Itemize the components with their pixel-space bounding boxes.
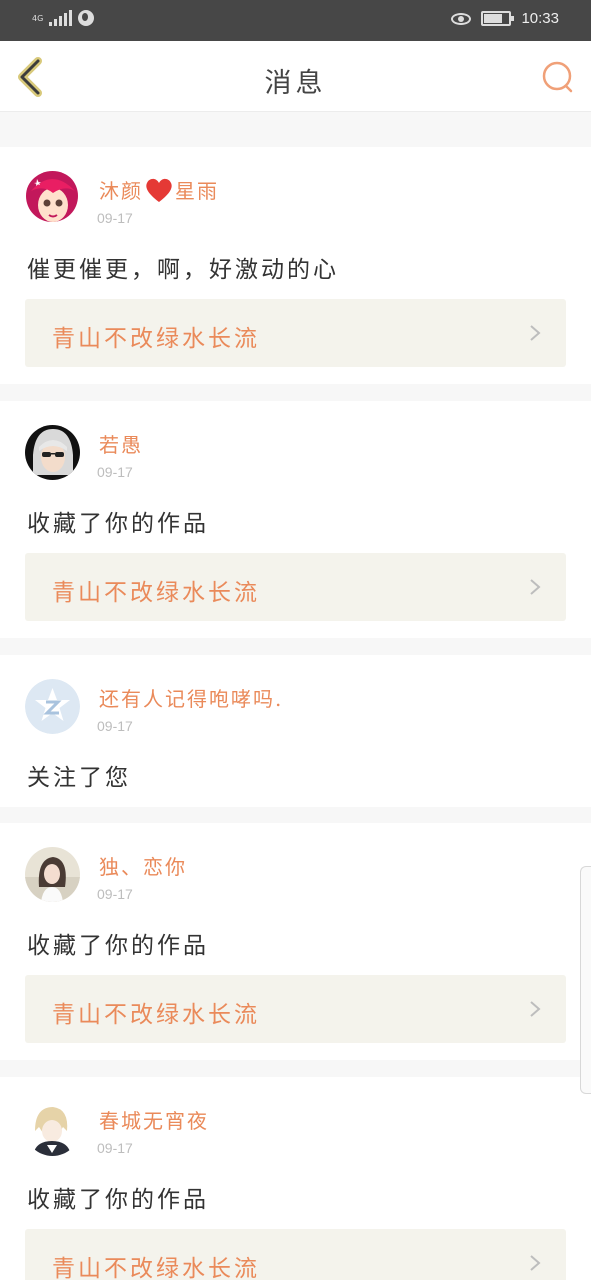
network-type: 4G	[32, 13, 44, 23]
girl-photo-avatar-icon	[25, 847, 80, 902]
user-name[interactable]: 春城无宵夜	[99, 1105, 209, 1134]
silver-hair-avatar-icon	[25, 425, 80, 480]
chevron-right-icon	[530, 579, 541, 595]
signal-icon	[49, 10, 73, 26]
avatar[interactable]	[25, 171, 80, 226]
message-date: 09-17	[97, 210, 133, 226]
message-text: 催更催更，啊，好激动的心	[27, 257, 339, 283]
user-name[interactable]: 还有人记得咆哮吗.	[99, 683, 283, 712]
message-text: 收藏了你的作品	[27, 933, 209, 959]
work-link[interactable]: 青山不改绿水长流	[25, 1229, 566, 1280]
avatar[interactable]	[25, 679, 80, 734]
message-text: 关注了您	[27, 765, 131, 791]
eye-comfort-icon	[451, 12, 472, 25]
clock: 10:33	[521, 10, 559, 27]
page-title: 消息	[264, 68, 327, 99]
avatar[interactable]	[25, 847, 80, 902]
status-left: 4G	[32, 10, 95, 26]
user-name-suffix: 星雨	[175, 179, 219, 203]
message-item[interactable]: 春城无宵夜 09-17 收藏了你的作品 青山不改绿水长流	[0, 1077, 591, 1280]
work-link[interactable]: 青山不改绿水长流	[25, 975, 566, 1043]
user-name[interactable]: 若愚	[99, 429, 143, 458]
heart-icon	[146, 178, 172, 202]
nav-bar: 消息	[0, 41, 591, 112]
battery-icon	[481, 11, 515, 26]
work-title: 青山不改绿水长流	[52, 580, 260, 606]
globe-icon	[78, 10, 95, 26]
message-text: 收藏了你的作品	[27, 511, 209, 537]
user-name[interactable]: 沐颜 星雨	[99, 175, 219, 204]
message-item[interactable]: 独、恋你 09-17 收藏了你的作品 青山不改绿水长流	[0, 823, 591, 1060]
message-date: 09-17	[97, 718, 133, 734]
work-title: 青山不改绿水长流	[52, 326, 260, 352]
message-item[interactable]: 沐颜 星雨 09-17 催更催更，啊，好激动的心 青山不改绿水长流	[0, 147, 591, 384]
status-bar: 4G 10:33	[0, 0, 591, 41]
search-icon	[542, 61, 573, 93]
message-date: 09-17	[97, 886, 133, 902]
message-item[interactable]: 若愚 09-17 收藏了你的作品 青山不改绿水长流	[0, 401, 591, 638]
user-name-part: 沐颜	[99, 179, 143, 203]
message-item[interactable]: 还有人记得咆哮吗. 09-17 关注了您	[0, 655, 591, 807]
search-button[interactable]	[540, 59, 576, 95]
status-right: 10:33	[451, 10, 559, 27]
chevron-right-icon	[530, 1255, 541, 1271]
scroll-handle[interactable]	[580, 866, 591, 1094]
work-link[interactable]: 青山不改绿水长流	[25, 553, 566, 621]
message-date: 09-17	[97, 1140, 133, 1156]
message-text: 收藏了你的作品	[27, 1187, 209, 1213]
avatar[interactable]	[25, 1101, 80, 1156]
user-name[interactable]: 独、恋你	[99, 851, 187, 880]
default-avatar-icon	[25, 679, 80, 734]
message-date: 09-17	[97, 464, 133, 480]
work-link[interactable]: 青山不改绿水长流	[25, 299, 566, 367]
pink-cartoon-avatar-icon	[25, 171, 80, 226]
chevron-right-icon	[530, 325, 541, 341]
work-title: 青山不改绿水长流	[52, 1256, 260, 1280]
work-title: 青山不改绿水长流	[52, 1002, 260, 1028]
chevron-right-icon	[530, 1001, 541, 1017]
avatar[interactable]	[25, 425, 80, 480]
anime-boy-avatar-icon	[25, 1101, 80, 1156]
